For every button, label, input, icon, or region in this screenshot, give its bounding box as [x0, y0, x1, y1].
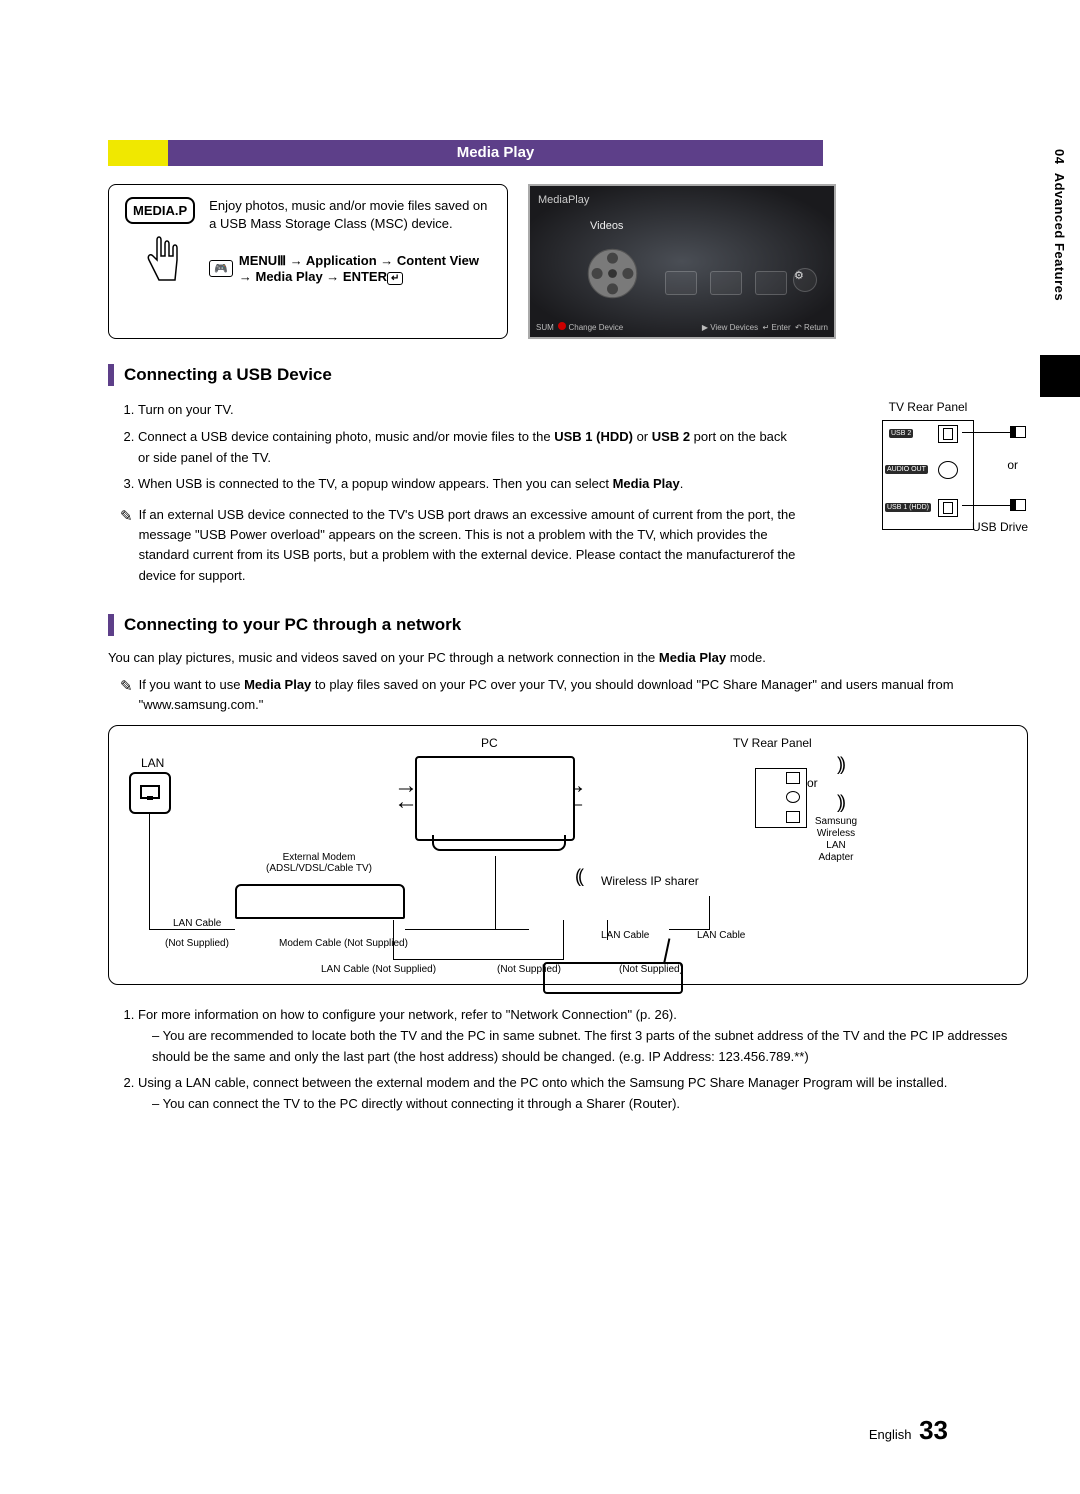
page-footer: English 33 [869, 1415, 948, 1446]
intro-card: MEDIA.P Enjoy photos, music and/or movie… [108, 184, 508, 339]
chapter-num: 04 [1052, 149, 1067, 164]
usb-steps: Turn on your TV. Connect a USB device co… [108, 400, 798, 495]
menu-path: 🎮 MENUⅢ → Application → Content View → M… [209, 253, 491, 284]
tv-icon-3 [755, 271, 787, 295]
section-usb-head: Connecting a USB Device [108, 364, 1028, 386]
note-icon [120, 675, 133, 715]
network-intro: You can play pictures, music and videos … [108, 650, 1028, 665]
tv-videos-label: Videos [590, 220, 623, 232]
mediap-icon: MEDIA.P [125, 197, 195, 224]
wifi-icon: (( [575, 866, 581, 887]
tv-footer: SUM Change Device ▶ View Devices ↵ Enter… [530, 317, 834, 337]
tv-icon-2 [710, 271, 742, 295]
network-steps: For more information on how to configure… [108, 1005, 1028, 1115]
side-chapter-tab: 04 Advanced Features [1040, 135, 1080, 315]
modem-icon [235, 884, 405, 919]
rear-panel-box: USB 2 AUDIO OUT USB 1 (HDD) [882, 420, 974, 530]
header-accent [108, 140, 168, 166]
wifi-icon: )) [837, 792, 843, 813]
lan-jack-icon [129, 772, 171, 814]
network-note: If you want to use Media Play to play fi… [108, 675, 1028, 715]
hand-icon [134, 230, 186, 290]
tv-mediaplay-label: MediaPlay [538, 194, 589, 206]
film-reel-icon [585, 246, 640, 301]
tv-gear-icon: ⚙ [793, 268, 817, 292]
rear-panel-sm [755, 768, 807, 828]
section-header: Media Play [108, 140, 823, 166]
usb-figure: TV Rear Panel USB 2 AUDIO OUT USB 1 (HDD… [828, 400, 1028, 596]
network-figure: PC TV Rear Panel LAN → ← → ← or )) )) Sa… [108, 725, 1028, 985]
intro-text: Enjoy photos, music and/or movie files s… [209, 197, 491, 233]
wifi-icon: )) [837, 754, 843, 775]
usb-note: If an external USB device connected to t… [108, 505, 798, 586]
header-title: Media Play [168, 140, 823, 166]
remote-icon: 🎮 [209, 260, 233, 277]
section-network-head: Connecting to your PC through a network [108, 614, 1028, 636]
pc-icon [415, 756, 575, 856]
tv-preview: MediaPlay Videos ⚙ SUM Change Device ▶ V… [528, 184, 836, 339]
chapter-label: Advanced Features [1052, 173, 1067, 301]
note-icon [120, 505, 133, 586]
tv-icon-1 [665, 271, 697, 295]
side-black-bar [1040, 355, 1080, 397]
